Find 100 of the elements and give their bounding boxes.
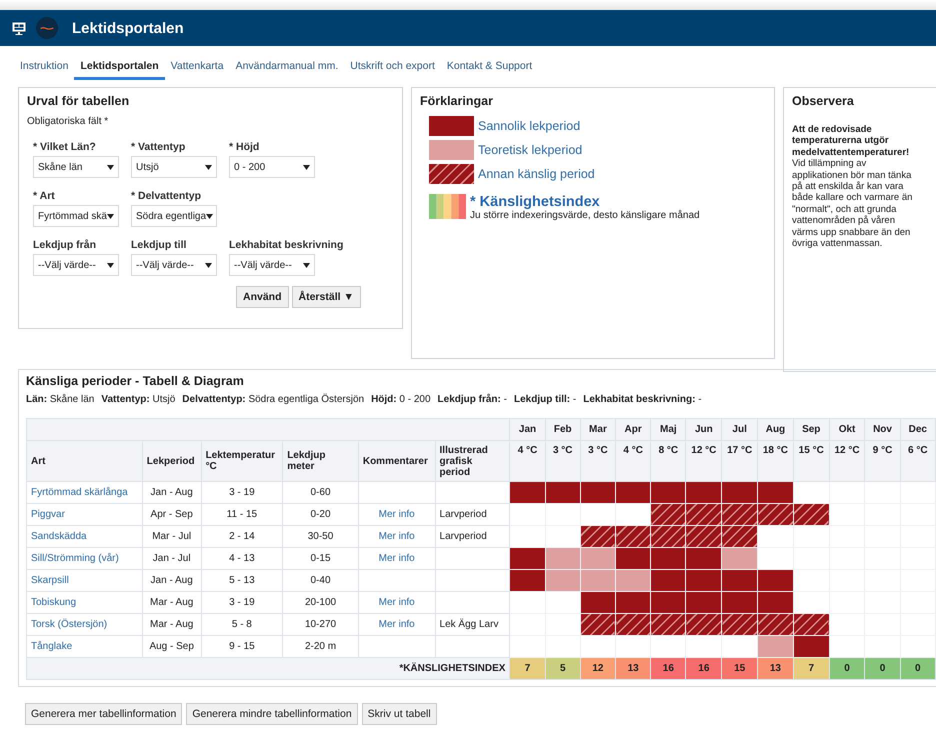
nav-tab[interactable]: Användarmanual mm. (230, 56, 344, 80)
table-cell: 0-40 (282, 570, 358, 592)
index-description: Ju större indexeringsvärde, desto känsligare månad (470, 210, 700, 221)
field-label: Lekhabitat beskrivning (229, 239, 344, 251)
index-value: 0 (829, 658, 865, 680)
nav-tab[interactable]: Lektidsportalen (74, 56, 165, 80)
filter-summary-item: Län: Skåne län (26, 394, 94, 405)
table-cell: 20-100 (282, 592, 358, 614)
month-header: Aug (758, 418, 794, 440)
month-temperature: 4 °C (510, 440, 546, 482)
table-cell: Jan - Aug (142, 570, 202, 592)
notice-text: Att de redovisade temperaturerna utgör medelvattentemperaturer! Vid tillämpning av applikationen bör man tänka på att enskilda år kan vara både kallare och varmare än "normalt", och att grunda vattenområden på våren värms upp snabbare än den övriga vattenmassan. (792, 124, 914, 250)
nav-tab[interactable]: Vattenkarta (164, 56, 230, 80)
filter-summary-item: Lekdjup till: - (514, 394, 576, 405)
field-label: * Vilket Län? (33, 141, 97, 153)
panel-title: Urval för tabellen (27, 94, 130, 108)
month-temperature: 12 °C (829, 440, 865, 482)
form-button[interactable]: Använd (236, 286, 289, 308)
month-temperature: 3 °C (545, 440, 580, 482)
index-value: 16 (686, 658, 722, 680)
table-cell: Mar - Aug (142, 592, 202, 614)
filter-summary-item: Delvattentyp: Södra egentliga Östersjön (182, 394, 364, 405)
index-value: 16 (650, 658, 686, 680)
table-cell: Apr - Sep (142, 504, 202, 526)
dropdown-field[interactable]: --Välj värde-- (33, 254, 119, 276)
index-value: 13 (616, 658, 651, 680)
month-temperature: 8 °C (650, 440, 686, 482)
table-cell: Jan - Jul (142, 548, 202, 570)
field-label: * Vattentyp (131, 141, 186, 153)
panel-title: Förklaringar (420, 94, 494, 108)
month-header: Okt (829, 418, 865, 440)
month-header: Sep (793, 418, 830, 440)
dropdown-caret-icon (303, 164, 310, 170)
index-scale-icon (429, 194, 466, 219)
month-temperature: 3 °C (580, 440, 616, 482)
species-link[interactable]: Sandskädda (26, 526, 142, 548)
dropdown-caret-icon (107, 164, 114, 170)
table-cell: 3 - 19 (201, 592, 283, 614)
index-row-label: *KÄNSLIGHETSINDEX (26, 658, 510, 680)
form-button[interactable]: Återställ ▼ (292, 286, 361, 308)
index-value: 0 (864, 658, 900, 680)
dropdown-field[interactable]: Skåne län (33, 156, 119, 178)
species-link[interactable]: Fyrtömmad skärlånga (26, 482, 142, 504)
month-header: Jul (722, 418, 758, 440)
table-action-button[interactable]: Skriv ut tabell (362, 703, 437, 725)
legend-label: Sannolik lekperiod (478, 119, 580, 133)
month-temperature: 12 °C (686, 440, 722, 482)
dropdown-field[interactable]: --Välj värde-- (229, 254, 315, 276)
species-link[interactable]: Tobiskung (26, 592, 142, 614)
table-cell: 0-20 (282, 504, 358, 526)
dropdown-field[interactable]: Fyrtömmad skä (33, 205, 119, 227)
column-header: Illustrerad grafisk period (435, 440, 510, 482)
table-cell: 0-15 (282, 548, 358, 570)
species-link[interactable]: Piggvar (26, 504, 142, 526)
dropdown-caret-icon (205, 262, 212, 268)
field-label: * Höjd (229, 141, 260, 153)
column-header: Lekperiod (142, 440, 202, 482)
table-cell: 5 - 8 (201, 614, 283, 636)
index-value: 13 (758, 658, 794, 680)
dropdown-field[interactable]: 0 - 200 (229, 156, 315, 178)
index-value: 12 (580, 658, 616, 680)
month-header: Dec (900, 418, 936, 440)
species-link[interactable]: Sill/Strömming (vår) (26, 548, 142, 570)
required-fields-note: Obligatoriska fält * (27, 116, 110, 127)
table-cell: Jan - Aug (142, 482, 202, 504)
table-cell: 5 - 13 (201, 570, 283, 592)
table-cell: Mar - Jul (142, 526, 202, 548)
nav-tab[interactable]: Utskrift och export (344, 56, 441, 80)
month-header: Nov (864, 418, 900, 440)
field-label: * Art (33, 190, 56, 202)
dropdown-field[interactable]: Utsjö (131, 156, 217, 178)
species-link[interactable]: Skarpsill (26, 570, 142, 592)
table-action-button[interactable]: Generera mer tabellinformation (25, 703, 182, 725)
panel-title: Observera (792, 94, 855, 108)
month-temperature: 4 °C (616, 440, 651, 482)
field-label: Lekdjup från (33, 239, 98, 251)
table-cell: 11 - 15 (201, 504, 283, 526)
dropdown-field[interactable]: Södra egentliga (131, 205, 217, 227)
monitor-icon (12, 22, 26, 34)
month-header: Jan (510, 418, 546, 440)
nav-tab[interactable]: Instruktion (14, 56, 74, 80)
index-value: 7 (793, 658, 830, 680)
dropdown-caret-icon (205, 164, 212, 170)
dropdown-field[interactable]: --Välj värde-- (131, 254, 217, 276)
table-action-button[interactable]: Generera mindre tabellinformation (186, 703, 358, 725)
legend-label: Teoretisk lekperiod (478, 143, 582, 157)
table-cell: 0-60 (282, 482, 358, 504)
species-link[interactable]: Torsk (Östersjön) (26, 614, 142, 636)
month-temperature: 9 °C (864, 440, 900, 482)
index-value: 15 (722, 658, 758, 680)
table-cell: 3 - 19 (201, 482, 283, 504)
month-temperature: 15 °C (793, 440, 830, 482)
dropdown-caret-icon (303, 262, 310, 268)
index-value: 7 (510, 658, 546, 680)
dropdown-caret-icon (206, 214, 214, 218)
month-temperature: 6 °C (900, 440, 936, 482)
logo-icon (36, 17, 58, 39)
nav-tab[interactable]: Kontakt & Support (440, 56, 538, 80)
month-header: Maj (650, 418, 686, 440)
dropdown-caret-icon (107, 214, 114, 218)
